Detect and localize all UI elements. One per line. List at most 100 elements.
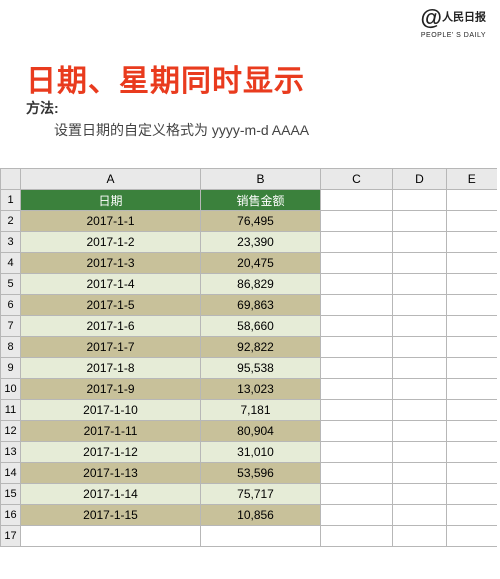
cell[interactable] [447,421,497,442]
spreadsheet-grid[interactable]: A B C D E 1 日期 销售金额 2 2017-1-1 76,495 3 … [0,168,497,547]
cell-amount[interactable]: 76,495 [201,211,321,232]
row-header[interactable]: 15 [1,484,21,505]
cell-amount[interactable]: 92,822 [201,337,321,358]
row-header[interactable]: 13 [1,442,21,463]
cell[interactable] [393,484,447,505]
cell[interactable] [321,316,393,337]
cell-amount[interactable]: 58,660 [201,316,321,337]
cell-amount[interactable]: 86,829 [201,274,321,295]
cell[interactable] [447,379,497,400]
cell[interactable] [393,274,447,295]
cell-date[interactable]: 2017-1-8 [21,358,201,379]
cell[interactable] [321,442,393,463]
cell-date[interactable]: 2017-1-10 [21,400,201,421]
cell-date[interactable]: 2017-1-14 [21,484,201,505]
cell[interactable] [393,400,447,421]
cell-amount[interactable]: 13,023 [201,379,321,400]
col-header-b[interactable]: B [201,169,321,190]
col-header-e[interactable]: E [447,169,497,190]
cell[interactable] [393,463,447,484]
row-header[interactable]: 2 [1,211,21,232]
row-header[interactable]: 11 [1,400,21,421]
col-header-a[interactable]: A [21,169,201,190]
row-header[interactable]: 3 [1,232,21,253]
row-header[interactable]: 8 [1,337,21,358]
cell[interactable] [321,421,393,442]
cell[interactable] [447,295,497,316]
cell[interactable] [393,190,447,211]
row-header[interactable]: 1 [1,190,21,211]
cell-date[interactable]: 2017-1-2 [21,232,201,253]
cell[interactable] [321,253,393,274]
row-header[interactable]: 6 [1,295,21,316]
cell[interactable] [321,232,393,253]
cell[interactable] [321,505,393,526]
cell[interactable] [201,526,321,547]
cell[interactable] [321,337,393,358]
cell[interactable] [321,190,393,211]
cell[interactable] [393,358,447,379]
row-header[interactable]: 12 [1,421,21,442]
cell[interactable] [321,358,393,379]
cell[interactable] [393,211,447,232]
cell[interactable] [321,400,393,421]
cell[interactable] [21,526,201,547]
cell[interactable] [321,274,393,295]
cell-header-amount[interactable]: 销售金额 [201,190,321,211]
cell[interactable] [447,316,497,337]
cell-amount[interactable]: 31,010 [201,442,321,463]
cell-date[interactable]: 2017-1-4 [21,274,201,295]
cell-date[interactable]: 2017-1-11 [21,421,201,442]
cell[interactable] [321,379,393,400]
cell[interactable] [321,484,393,505]
cell[interactable] [393,316,447,337]
cell-amount[interactable]: 69,863 [201,295,321,316]
cell-amount[interactable]: 75,717 [201,484,321,505]
cell-amount[interactable]: 80,904 [201,421,321,442]
row-header[interactable]: 10 [1,379,21,400]
cell[interactable] [393,379,447,400]
cell[interactable] [447,274,497,295]
cell-date[interactable]: 2017-1-6 [21,316,201,337]
cell-date[interactable]: 2017-1-7 [21,337,201,358]
cell[interactable] [447,484,497,505]
cell[interactable] [321,526,393,547]
select-all-corner[interactable] [1,169,21,190]
cell[interactable] [447,253,497,274]
row-header[interactable]: 5 [1,274,21,295]
cell[interactable] [393,337,447,358]
cell[interactable] [447,337,497,358]
cell[interactable] [447,190,497,211]
cell[interactable] [447,442,497,463]
cell-date[interactable]: 2017-1-9 [21,379,201,400]
cell[interactable] [393,421,447,442]
cell[interactable] [447,400,497,421]
cell-amount[interactable]: 53,596 [201,463,321,484]
cell[interactable] [393,253,447,274]
row-header[interactable]: 14 [1,463,21,484]
cell[interactable] [393,526,447,547]
row-header[interactable]: 17 [1,526,21,547]
cell[interactable] [393,232,447,253]
cell[interactable] [321,295,393,316]
row-header[interactable]: 7 [1,316,21,337]
cell-amount[interactable]: 23,390 [201,232,321,253]
cell-amount[interactable]: 95,538 [201,358,321,379]
cell[interactable] [447,526,497,547]
cell[interactable] [393,442,447,463]
cell[interactable] [321,211,393,232]
cell[interactable] [393,505,447,526]
cell[interactable] [321,463,393,484]
cell-date[interactable]: 2017-1-15 [21,505,201,526]
cell-date[interactable]: 2017-1-1 [21,211,201,232]
cell[interactable] [447,505,497,526]
cell-amount[interactable]: 20,475 [201,253,321,274]
cell-date[interactable]: 2017-1-12 [21,442,201,463]
cell-amount[interactable]: 10,856 [201,505,321,526]
col-header-c[interactable]: C [321,169,393,190]
cell-date[interactable]: 2017-1-3 [21,253,201,274]
cell[interactable] [393,295,447,316]
cell-date[interactable]: 2017-1-13 [21,463,201,484]
row-header[interactable]: 16 [1,505,21,526]
row-header[interactable]: 4 [1,253,21,274]
